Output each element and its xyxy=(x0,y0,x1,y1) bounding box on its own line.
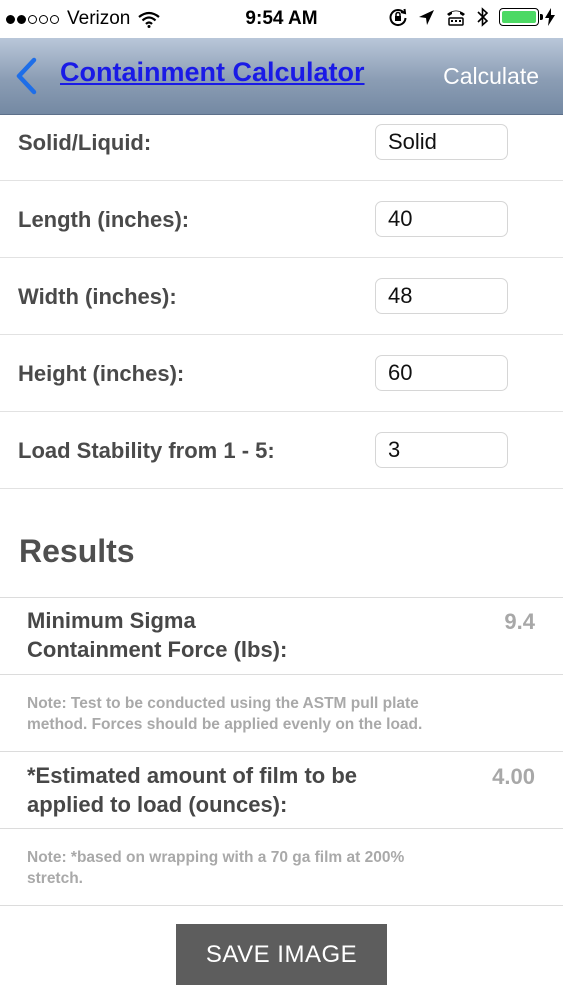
status-icons xyxy=(388,7,555,27)
battery-icon xyxy=(499,8,543,26)
result-row-force: Minimum Sigma Containment Force (lbs): 9… xyxy=(0,597,563,674)
film-label-line2: applied to load (ounces): xyxy=(27,792,288,817)
form-row-width: Width (inches): xyxy=(0,258,563,335)
force-label-line2: Containment Force (lbs): xyxy=(27,637,288,662)
page-title[interactable]: Containment Calculator xyxy=(60,57,365,88)
load-stability-label: Load Stability from 1 - 5: xyxy=(18,438,275,463)
calculate-button[interactable]: Calculate xyxy=(443,63,539,90)
form-row-load-stability: Load Stability from 1 - 5: xyxy=(0,412,563,489)
rotation-lock-icon xyxy=(389,8,407,27)
battery-level xyxy=(502,11,536,23)
film-value: 4.00 xyxy=(492,764,535,789)
force-value: 9.4 xyxy=(504,609,535,634)
film-note: Note: *based on wrapping with a 70 ga fi… xyxy=(27,847,527,889)
film-note-line1: Note: *based on wrapping with a 70 ga fi… xyxy=(27,849,405,866)
charging-bolt-icon xyxy=(545,8,555,26)
force-label-line1: Minimum Sigma xyxy=(27,608,196,633)
load-stability-field[interactable] xyxy=(375,432,508,468)
save-image-button[interactable]: SAVE IMAGE xyxy=(176,924,387,985)
solid-liquid-label: Solid/Liquid: xyxy=(18,130,152,155)
force-note-line2: method. Forces should be applied evenly … xyxy=(27,716,423,733)
location-arrow-icon xyxy=(419,9,434,25)
height-label: Height (inches): xyxy=(18,361,185,386)
width-field[interactable] xyxy=(375,278,508,314)
result-note-film: Note: *based on wrapping with a 70 ga fi… xyxy=(0,828,563,906)
height-field[interactable] xyxy=(375,355,508,391)
form-row-solid-liquid: Solid/Liquid: xyxy=(0,104,563,181)
length-label: Length (inches): xyxy=(18,207,190,232)
width-label: Width (inches): xyxy=(18,284,177,309)
result-row-film: *Estimated amount of film to be applied … xyxy=(0,751,563,828)
film-note-line2: stretch. xyxy=(27,870,83,887)
form-row-length: Length (inches): xyxy=(0,181,563,258)
force-note-line1: Note: Test to be conducted using the AST… xyxy=(27,695,419,712)
form-row-height: Height (inches): xyxy=(0,335,563,412)
chevron-left-icon[interactable] xyxy=(12,56,42,96)
results-heading: Results xyxy=(19,533,135,569)
force-note: Note: Test to be conducted using the AST… xyxy=(27,693,527,735)
force-label: Minimum Sigma Containment Force (lbs): xyxy=(27,606,427,664)
status-bar: Verizon 9:54 AM xyxy=(0,0,563,38)
film-label-line1: *Estimated amount of film to be xyxy=(27,763,358,788)
tty-icon xyxy=(447,10,465,26)
result-note-force: Note: Test to be conducted using the AST… xyxy=(0,674,563,751)
solid-liquid-field[interactable] xyxy=(375,124,508,160)
bluetooth-icon xyxy=(477,7,489,27)
length-field[interactable] xyxy=(375,201,508,237)
film-label: *Estimated amount of film to be applied … xyxy=(27,761,427,819)
